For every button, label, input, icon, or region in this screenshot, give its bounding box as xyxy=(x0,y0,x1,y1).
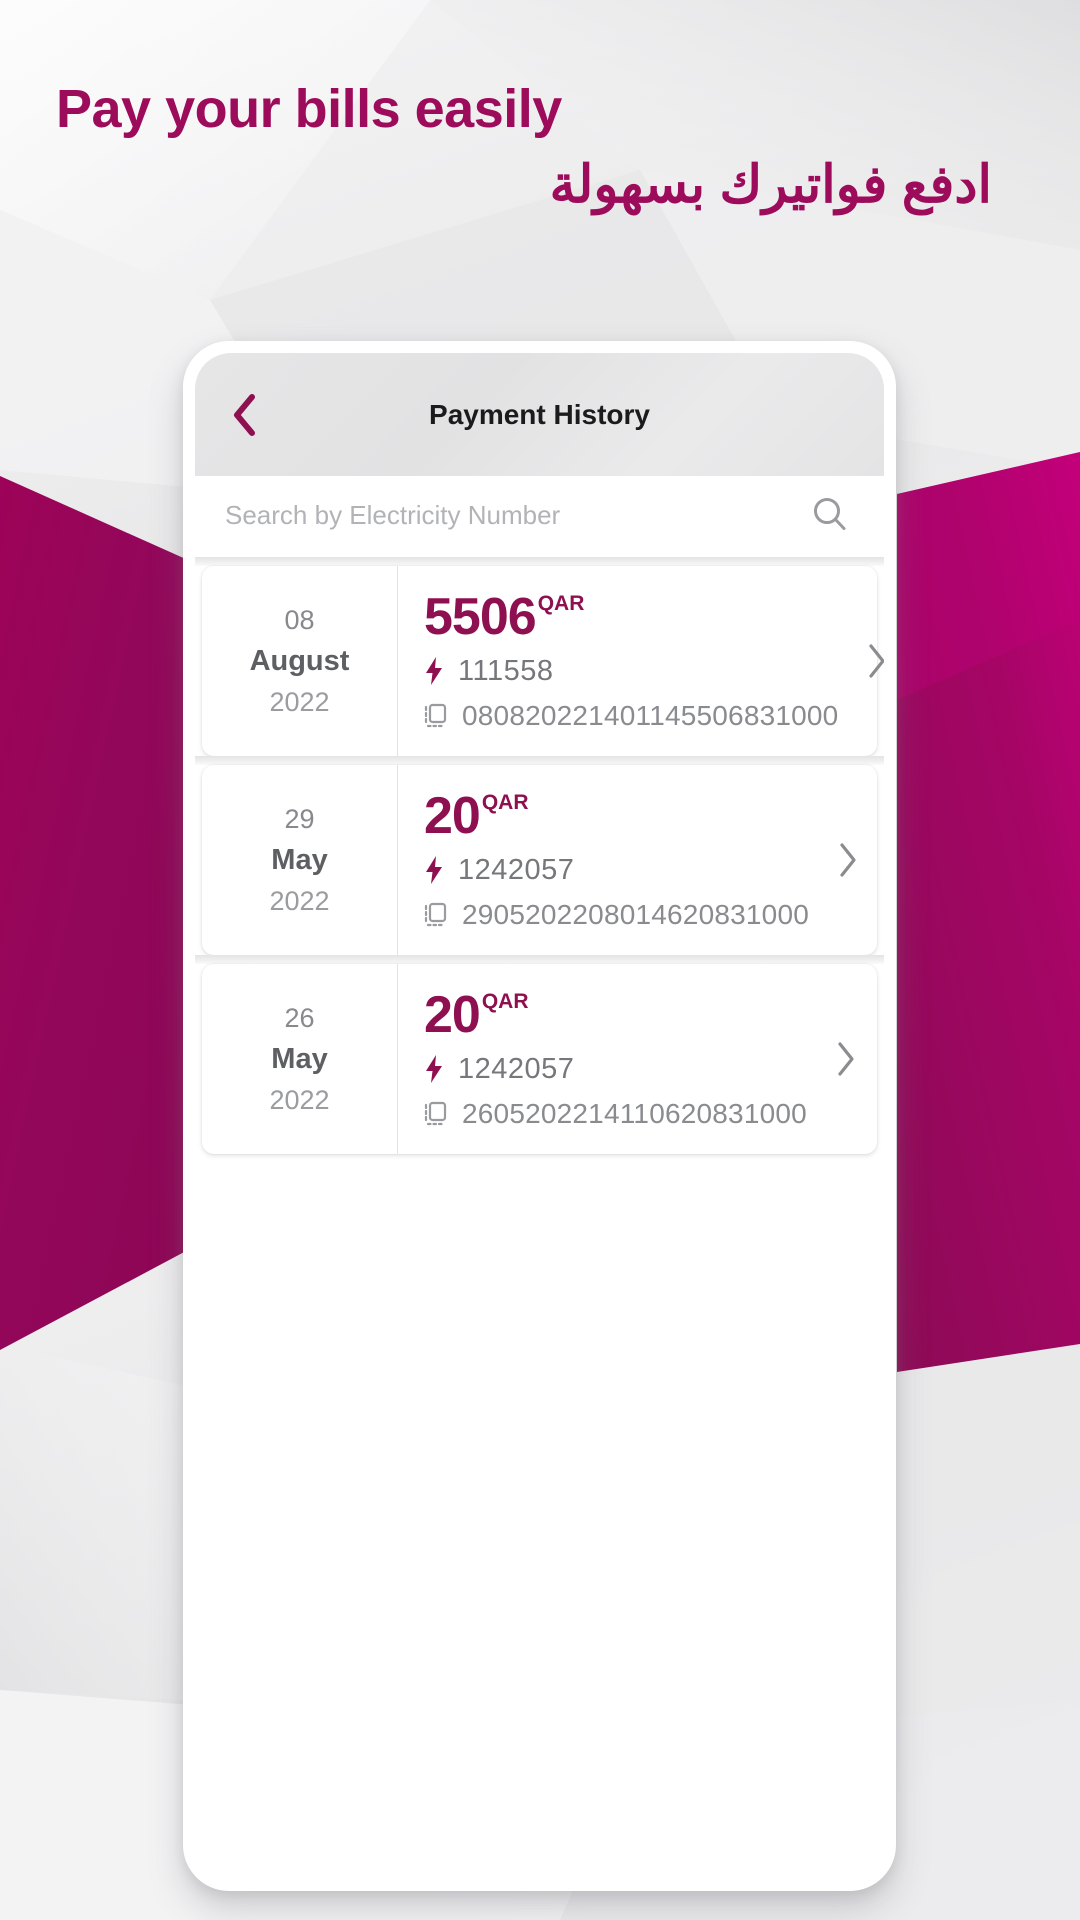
transaction-date: 08 August 2022 xyxy=(202,566,398,756)
amount-value: 20 xyxy=(424,786,481,845)
electricity-number-row: 1242057 xyxy=(424,854,809,887)
electricity-number-row: 1242057 xyxy=(424,1053,807,1086)
table-row[interactable]: 29 May 2022 20 QAR 1242057 2905202208014… xyxy=(202,765,877,955)
app-bar: Payment History xyxy=(195,353,884,476)
reference-row: 080820221401145506831000 xyxy=(424,700,838,732)
date-month: August xyxy=(249,644,350,677)
transaction-details: 20 QAR 1242057 xyxy=(398,765,809,955)
row-arrow-button[interactable] xyxy=(807,964,884,1154)
table-row[interactable]: 26 May 2022 20 QAR 1242057 2605202214110… xyxy=(202,964,877,1154)
currency-label: QAR xyxy=(481,790,529,814)
list-separator xyxy=(195,557,884,566)
reference-number: 2905202208014620831000 xyxy=(462,898,809,930)
list-separator xyxy=(195,955,884,964)
transaction-details: 5506 QAR 111558 080820221401145506831000 xyxy=(398,566,838,756)
currency-label: QAR xyxy=(481,989,529,1013)
date-month: May xyxy=(271,1042,328,1075)
receipt-icon xyxy=(424,703,447,727)
page-title: Payment History xyxy=(429,398,650,430)
date-year: 2022 xyxy=(269,1084,330,1115)
chevron-right-icon xyxy=(869,644,884,678)
chevron-right-icon xyxy=(840,843,856,877)
date-day: 08 xyxy=(284,604,315,635)
transaction-date: 26 May 2022 xyxy=(202,964,398,1154)
amount-row: 20 QAR xyxy=(424,989,807,1041)
electricity-number: 111558 xyxy=(458,654,554,687)
receipt-icon xyxy=(424,902,447,926)
headline-arabic: ادفع فواتيرك بسهولة xyxy=(549,156,992,214)
search-icon[interactable] xyxy=(810,495,850,535)
amount-value: 20 xyxy=(424,985,481,1044)
date-month: May xyxy=(271,843,328,876)
phone-mockup: Payment History 08 August 2022 xyxy=(183,341,896,1891)
date-year: 2022 xyxy=(269,686,330,717)
chevron-right-icon xyxy=(838,1042,854,1076)
chevron-left-icon xyxy=(234,393,255,436)
currency-label: QAR xyxy=(537,591,585,615)
amount-row: 5506 QAR xyxy=(424,591,838,643)
reference-row: 2905202208014620831000 xyxy=(424,899,809,931)
amount-value: 5506 xyxy=(424,587,537,646)
date-day: 26 xyxy=(284,1002,315,1033)
transaction-details: 20 QAR 1242057 xyxy=(398,964,807,1154)
electricity-number: 1242057 xyxy=(458,853,575,886)
row-arrow-button[interactable] xyxy=(838,566,884,756)
search-bar[interactable] xyxy=(195,476,884,554)
back-button[interactable] xyxy=(213,384,275,446)
lightning-bolt-icon xyxy=(426,856,442,884)
lightning-bolt-icon xyxy=(426,1055,442,1083)
date-year: 2022 xyxy=(269,885,330,916)
app-screen: Payment History 08 August 2022 xyxy=(195,353,884,1879)
lightning-bolt-icon xyxy=(426,657,442,685)
reference-number: 2605202214110620831000 xyxy=(462,1097,807,1129)
table-row[interactable]: 08 August 2022 5506 QAR 111558 080820221… xyxy=(202,566,884,756)
reference-row: 2605202214110620831000 xyxy=(424,1098,807,1130)
transaction-date: 29 May 2022 xyxy=(202,765,398,955)
reference-number: 080820221401145506831000 xyxy=(462,699,839,731)
headline-english: Pay your bills easily xyxy=(56,79,562,139)
row-arrow-button[interactable] xyxy=(809,765,884,955)
date-day: 29 xyxy=(284,803,315,834)
electricity-number: 1242057 xyxy=(458,1052,575,1085)
receipt-icon xyxy=(424,1101,447,1125)
electricity-number-row: 111558 xyxy=(424,655,838,688)
amount-row: 20 QAR xyxy=(424,790,809,842)
list-separator xyxy=(195,756,884,765)
transaction-list: 08 August 2022 5506 QAR 111558 080820221… xyxy=(195,554,884,1879)
search-input[interactable] xyxy=(225,499,810,531)
